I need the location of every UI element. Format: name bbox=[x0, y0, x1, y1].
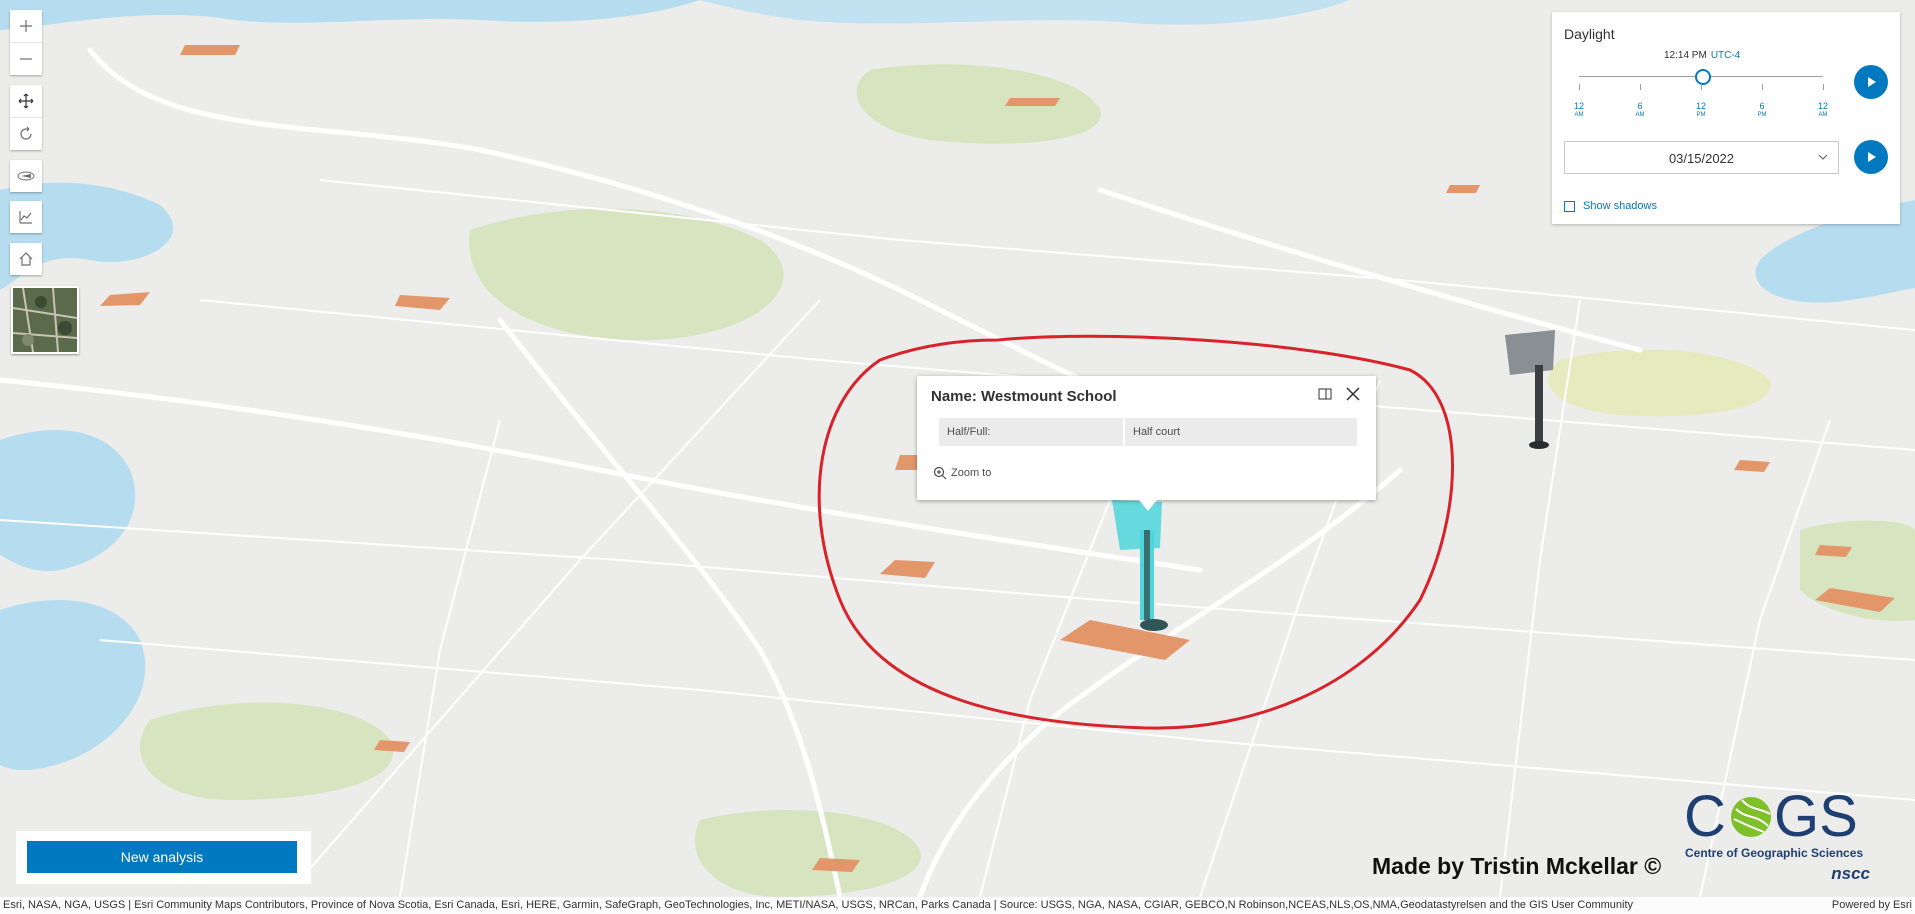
field-value: Half court bbox=[1124, 418, 1357, 446]
logo-lettering: C bbox=[1684, 784, 1726, 844]
play-icon bbox=[1868, 152, 1876, 162]
home-icon bbox=[19, 252, 33, 266]
elevation-profile-icon bbox=[19, 211, 32, 224]
basemap-toggle[interactable] bbox=[11, 286, 79, 354]
compass-icon bbox=[17, 171, 35, 181]
field-12 bbox=[374, 740, 410, 752]
magnifier-icon bbox=[933, 466, 947, 480]
show-shadows-label: Show shadows bbox=[1583, 200, 1657, 212]
field-13 bbox=[1446, 185, 1480, 193]
tick-label: 12 PM bbox=[1695, 101, 1706, 119]
org-name: Centre of Geographic Sciences bbox=[1685, 846, 1864, 860]
field-11 bbox=[812, 858, 860, 872]
time-slider-thumb[interactable] bbox=[1695, 69, 1712, 85]
popup-pointer bbox=[1139, 500, 1157, 511]
tick bbox=[1640, 84, 1641, 90]
time-value: 12:14 PM bbox=[1664, 50, 1707, 61]
show-shadows-toggle[interactable]: Show shadows bbox=[1564, 200, 1657, 212]
zoom-group bbox=[10, 10, 42, 75]
field-1 bbox=[180, 45, 240, 55]
dock-icon[interactable] bbox=[1318, 387, 1332, 401]
map-attribution: Esri, NASA, NGA, USGS | Esri Community M… bbox=[0, 897, 1915, 914]
home-group bbox=[10, 243, 42, 275]
feature-popup: Name: Westmount School Half/Full: Half c… bbox=[917, 376, 1376, 511]
field-10 bbox=[1815, 545, 1852, 557]
popup-fields-table: Half/Full: Half court bbox=[939, 418, 1357, 446]
analysis-panel: New analysis bbox=[16, 831, 311, 884]
field-8 bbox=[1734, 460, 1770, 472]
timezone-selector[interactable]: UTC-4 bbox=[1711, 50, 1740, 61]
tick-label: 6 AM bbox=[1635, 101, 1645, 119]
satellite-thumbnail bbox=[13, 288, 77, 352]
plus-icon bbox=[20, 20, 32, 32]
tick bbox=[1762, 84, 1763, 90]
pan-icon bbox=[18, 93, 34, 109]
chevron-down-icon bbox=[1818, 154, 1828, 160]
tick-label: 12 AM bbox=[1573, 101, 1584, 119]
field-label: Half/Full: bbox=[939, 418, 1125, 446]
date-value: 03/15/2022 bbox=[1668, 151, 1735, 166]
zoom-in-button[interactable] bbox=[10, 10, 42, 42]
compass-group bbox=[10, 160, 42, 192]
popup-title: Name: Westmount School bbox=[931, 388, 1117, 405]
time-readout: 12:14 PM UTC-4 bbox=[1664, 50, 1740, 61]
tick bbox=[1579, 84, 1580, 90]
elevation-group bbox=[10, 201, 42, 233]
nscc-label: nscc bbox=[1831, 864, 1870, 883]
daylight-title: Daylight bbox=[1564, 26, 1615, 42]
zoom-out-button[interactable] bbox=[10, 42, 42, 75]
minus-icon bbox=[20, 58, 32, 60]
author-credit: Made by Tristin Mckellar © bbox=[1372, 853, 1662, 879]
daylight-widget: Daylight 12:14 PM UTC-4 12 AM 6 AM 12 PM 6 PM… bbox=[1552, 12, 1900, 224]
tick-label: 6 PM bbox=[1757, 101, 1767, 119]
rotate-button[interactable] bbox=[10, 117, 42, 150]
cogs-logo: C GS Centre of Geographic Sciences nscc bbox=[1684, 784, 1872, 884]
new-analysis-button[interactable]: New analysis bbox=[27, 841, 297, 873]
play-date-button[interactable] bbox=[1854, 140, 1888, 174]
close-icon[interactable] bbox=[1345, 386, 1361, 402]
rotate-icon bbox=[20, 126, 32, 140]
zoom-to-action[interactable]: Zoom to bbox=[933, 466, 991, 480]
elevation-profile-button[interactable] bbox=[10, 201, 42, 233]
compass-button[interactable] bbox=[10, 160, 42, 192]
tick bbox=[1701, 84, 1702, 90]
show-shadows-checkbox[interactable] bbox=[1564, 200, 1575, 212]
date-picker[interactable]: 03/15/2022 bbox=[1564, 141, 1839, 174]
tick-label: 12 AM bbox=[1817, 101, 1828, 119]
attribution-sources: Esri, NASA, NGA, USGS | Esri Community M… bbox=[3, 899, 1634, 911]
home-button[interactable] bbox=[10, 243, 42, 275]
cogs-wordmark: C GS bbox=[1684, 784, 1858, 849]
navigation-toggle-group bbox=[10, 85, 42, 150]
play-icon bbox=[1868, 77, 1876, 87]
pan-button[interactable] bbox=[10, 85, 42, 117]
powered-by[interactable]: Powered by Esri bbox=[1832, 897, 1912, 914]
field-4 bbox=[1005, 98, 1060, 106]
play-time-button[interactable] bbox=[1854, 65, 1888, 99]
svg-text:GS: GS bbox=[1774, 784, 1858, 844]
table-row: Half/Full: Half court bbox=[939, 418, 1357, 446]
zoom-to-label: Zoom to bbox=[951, 467, 992, 479]
tick bbox=[1823, 84, 1824, 90]
